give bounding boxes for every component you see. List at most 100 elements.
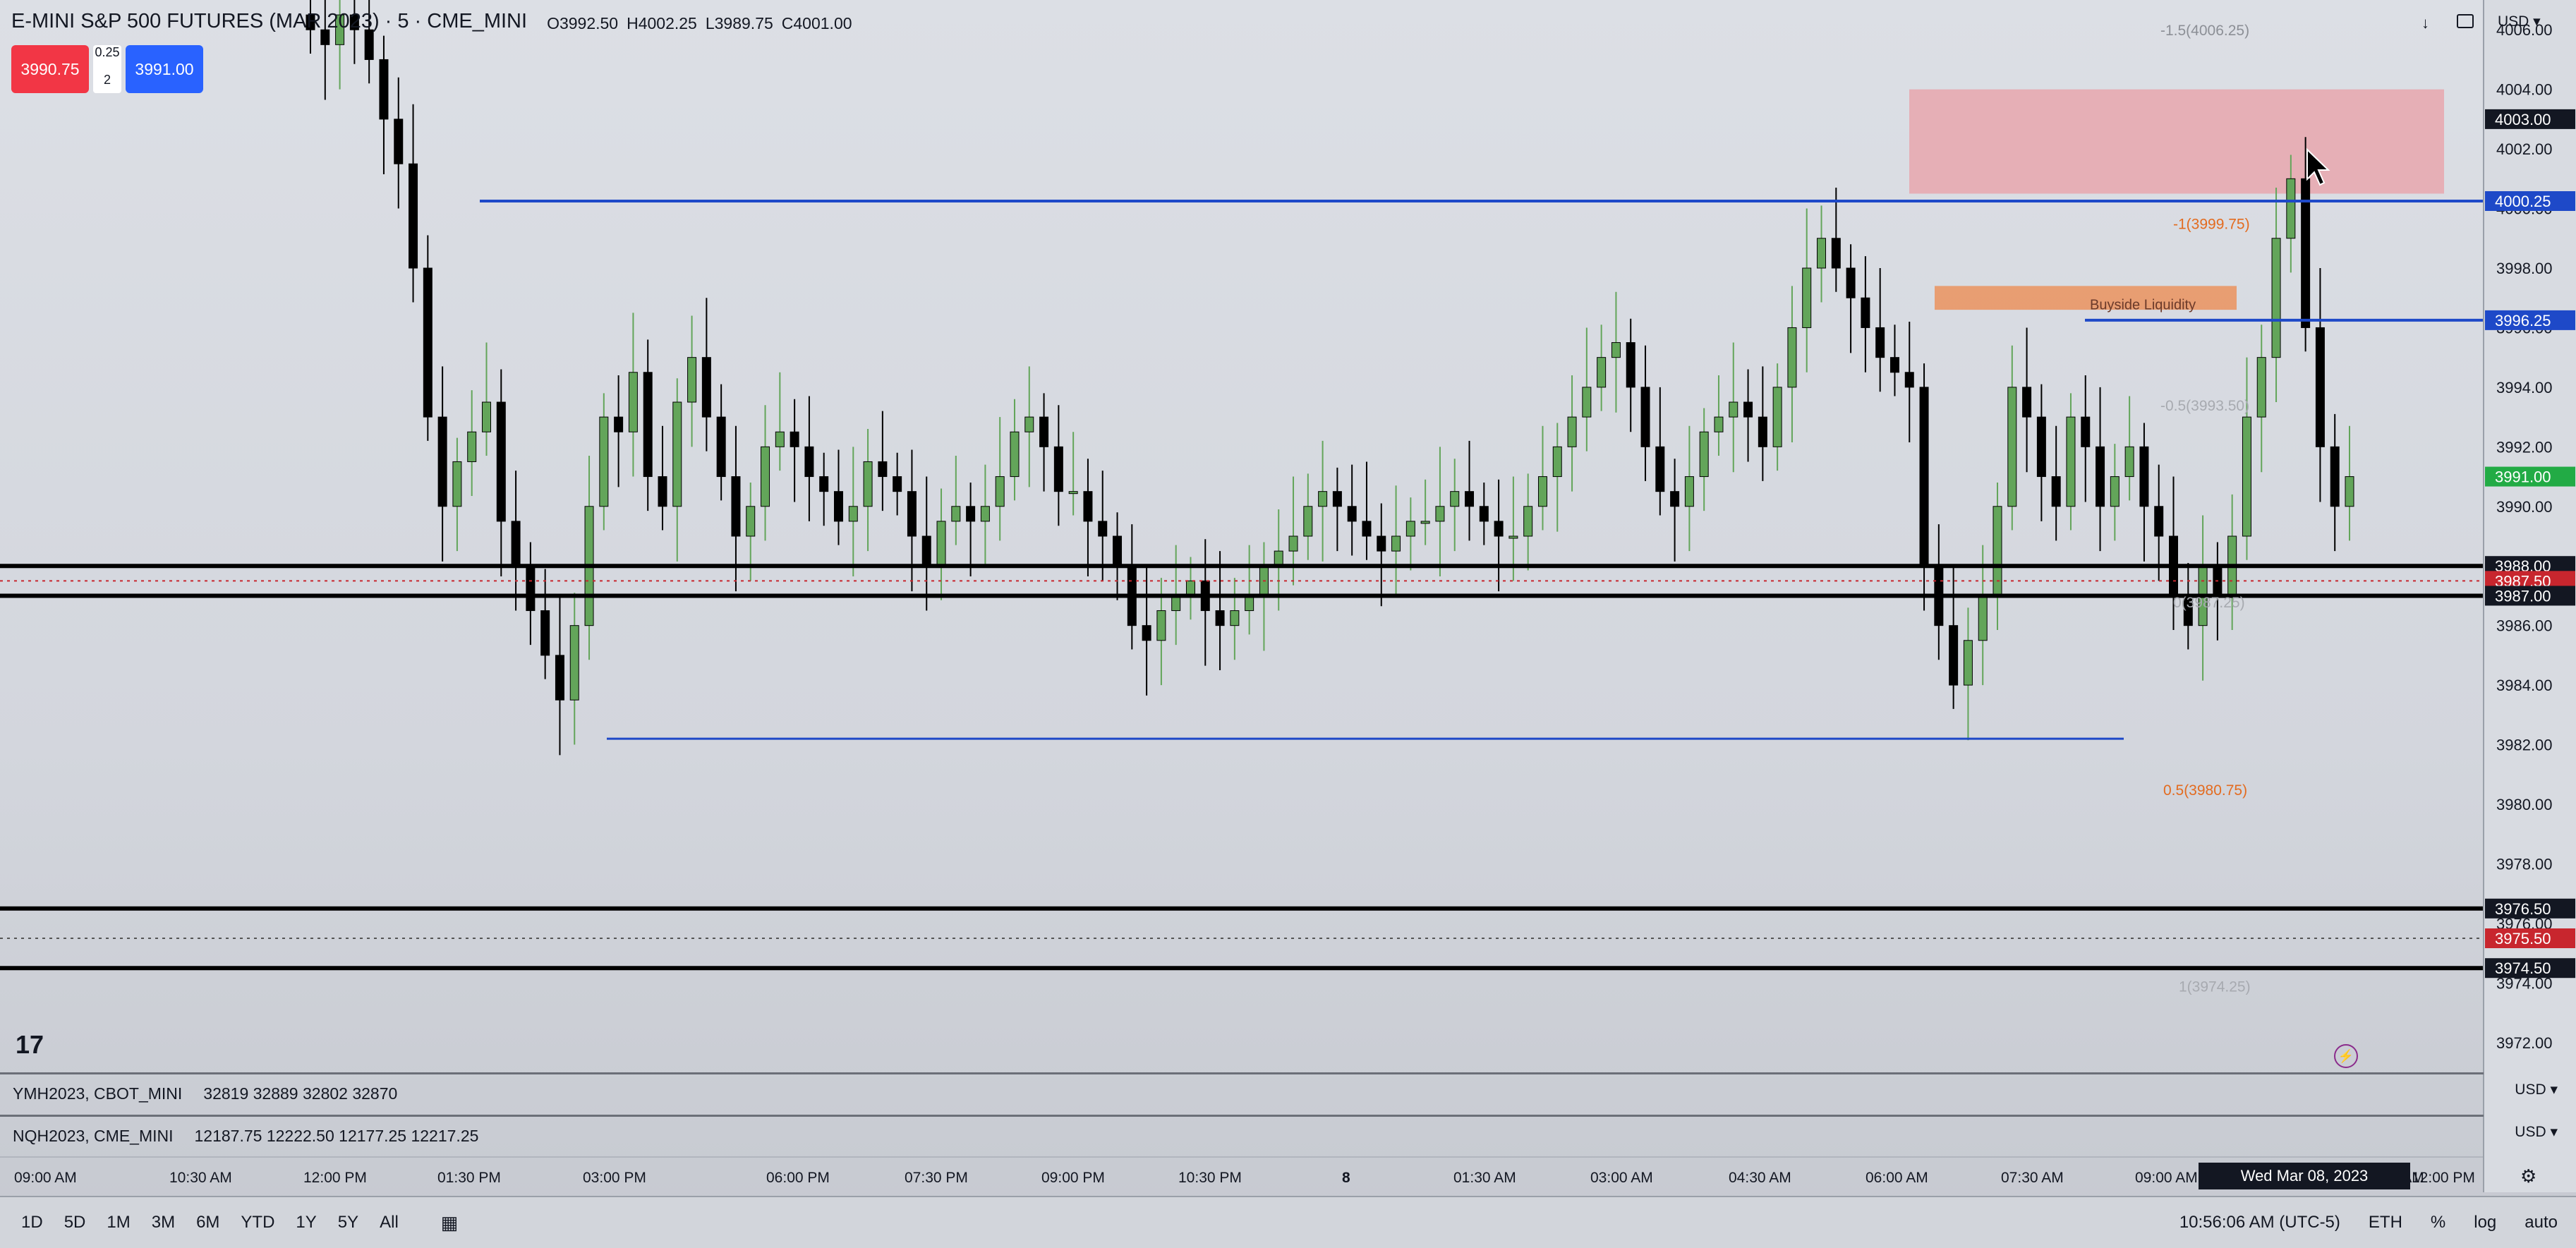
quantity-value[interactable]: 2 bbox=[104, 73, 111, 87]
candle-body bbox=[2271, 238, 2281, 358]
candle-body bbox=[628, 372, 638, 432]
candle-body bbox=[2036, 416, 2046, 478]
fib-0-5-label: 0.5(3980.75) bbox=[2163, 782, 2247, 799]
timeframe-6m-button[interactable]: 6M bbox=[196, 1213, 219, 1232]
candle-body bbox=[921, 535, 931, 567]
timeframe-1m-button[interactable]: 1M bbox=[107, 1213, 130, 1232]
fullscreen-icon[interactable] bbox=[2457, 14, 2474, 28]
candle-body bbox=[2315, 327, 2325, 447]
candle-body bbox=[1113, 535, 1123, 567]
candle-body bbox=[1010, 431, 1020, 478]
timeframe-ytd-button[interactable]: YTD bbox=[241, 1213, 274, 1232]
timeframe-5y-button[interactable]: 5Y bbox=[338, 1213, 358, 1232]
lightning-icon[interactable]: ⚡ bbox=[2334, 1044, 2358, 1068]
candle-body bbox=[907, 491, 917, 537]
premium-zone[interactable] bbox=[1909, 89, 2444, 194]
time-tick-label: 01:30 PM bbox=[437, 1170, 501, 1186]
candle-body bbox=[1655, 446, 1665, 492]
price-tick-label: 3998.00 bbox=[2496, 260, 2553, 277]
fib-minus-1-5-label: -1.5(4006.25) bbox=[2160, 23, 2249, 39]
time-tick-label: 10:30 PM bbox=[1178, 1170, 1242, 1186]
candle-body bbox=[878, 461, 888, 478]
price-axis-badge-text: 3975.50 bbox=[2495, 930, 2551, 947]
candle-body bbox=[2286, 178, 2296, 239]
candle-body bbox=[1963, 640, 1973, 686]
price-axis-badge-text: 3976.50 bbox=[2495, 900, 2551, 918]
candle-body bbox=[1245, 595, 1254, 612]
candle-body bbox=[1684, 476, 1694, 507]
sell-button[interactable]: 3990.75 bbox=[11, 45, 89, 93]
percent-toggle[interactable]: % bbox=[2431, 1213, 2445, 1232]
clock-label[interactable]: 10:56:06 AM (UTC-5) bbox=[2179, 1213, 2340, 1232]
buy-button[interactable]: 3991.00 bbox=[126, 45, 203, 93]
candle-body bbox=[1537, 476, 1547, 507]
currency-selector[interactable]: USD ▾ bbox=[2498, 13, 2541, 30]
candle-body bbox=[1230, 610, 1240, 626]
time-tick-label: 12:00 PM bbox=[303, 1170, 367, 1186]
time-tick-label: 03:00 AM bbox=[1590, 1170, 1653, 1186]
time-axis-ticks: 09:00 AM 10:30 AM 12:00 PM 01:30 PM 03:00 PM… bbox=[14, 1170, 2475, 1186]
candle-body bbox=[2096, 446, 2105, 507]
candle-body bbox=[731, 476, 741, 537]
time-tick-label: 09:00 AM bbox=[14, 1170, 77, 1186]
session-toggle[interactable]: ETH bbox=[2369, 1213, 2402, 1232]
subpane-currency[interactable]: USD ▾ bbox=[2515, 1123, 2558, 1141]
candle-body bbox=[1288, 535, 1298, 552]
candle-body bbox=[1817, 238, 1827, 269]
time-tick-label: 8 bbox=[1342, 1170, 1350, 1186]
subpane-currency[interactable]: USD ▾ bbox=[2515, 1081, 2558, 1098]
candle-body bbox=[511, 521, 521, 567]
log-toggle[interactable]: log bbox=[2474, 1213, 2496, 1232]
candle-body bbox=[995, 476, 1005, 507]
timeframe-3m-button[interactable]: 3M bbox=[152, 1213, 175, 1232]
candle-body bbox=[716, 416, 726, 478]
timeframe-buttons: 1D 5D 1M 3M 6M YTD 1Y 5Y All bbox=[21, 1213, 399, 1232]
timeframe-all-button[interactable]: All bbox=[380, 1213, 399, 1232]
time-tick-label: 03:00 PM bbox=[583, 1170, 646, 1186]
spread-quantity[interactable]: 0.25 2 bbox=[93, 45, 121, 93]
candle-body bbox=[687, 357, 697, 403]
timeframe-5d-button[interactable]: 5D bbox=[64, 1213, 86, 1232]
candle-body bbox=[1626, 342, 1635, 388]
candle-body bbox=[1083, 491, 1093, 522]
candle-body bbox=[672, 401, 682, 507]
candle-body bbox=[1332, 491, 1342, 507]
candle-body bbox=[2154, 506, 2164, 537]
candle-body bbox=[1039, 416, 1049, 447]
candle-body bbox=[2345, 476, 2354, 507]
candle-body bbox=[1949, 625, 1959, 686]
candle-body bbox=[452, 461, 462, 507]
candle-body bbox=[1758, 416, 1767, 447]
candle-body bbox=[555, 655, 564, 701]
candle-body bbox=[409, 163, 418, 269]
candle-body bbox=[1185, 580, 1195, 596]
subpane-ym[interactable]: YMH2023, CBOT_MINI 32819 32889 32802 328… bbox=[0, 1072, 2484, 1113]
subpane-values: 32819 32889 32802 32870 bbox=[203, 1084, 398, 1103]
candle-body bbox=[1640, 387, 1650, 447]
candle-body bbox=[2256, 357, 2266, 418]
candle-body bbox=[1699, 431, 1709, 478]
candle-body bbox=[701, 357, 711, 418]
price-chart[interactable]: -1.5(4006.25) -1(3999.75) -0.5(3993.50) 0(3… bbox=[0, 0, 2576, 1248]
candle-body bbox=[936, 521, 946, 567]
candle-body bbox=[614, 416, 624, 432]
calendar-icon[interactable]: ▦ bbox=[441, 1212, 459, 1234]
candle-body bbox=[1582, 387, 1592, 418]
symbol-title[interactable]: E-MINI S&P 500 FUTURES (MAR 2023) · 5 · … bbox=[11, 10, 527, 33]
candle-body bbox=[364, 29, 374, 60]
price-tick-label: 3990.00 bbox=[2496, 498, 2553, 516]
price-axis-badge-text: 3974.50 bbox=[2495, 959, 2551, 977]
spread-value: 0.25 bbox=[95, 45, 120, 59]
subpane-nq[interactable]: NQH2023, CME_MINI 12187.75 12222.50 1217… bbox=[0, 1115, 2484, 1156]
candle-body bbox=[1156, 610, 1166, 641]
candle-body bbox=[1875, 327, 1885, 358]
price-tick-label: 3994.00 bbox=[2496, 379, 2553, 396]
candle-body bbox=[1743, 401, 1753, 418]
auto-toggle[interactable]: auto bbox=[2524, 1213, 2558, 1232]
arrow-down-icon[interactable]: ↓ bbox=[2421, 14, 2429, 32]
timeframe-1d-button[interactable]: 1D bbox=[21, 1213, 43, 1232]
timeframe-1y-button[interactable]: 1Y bbox=[296, 1213, 316, 1232]
candle-body bbox=[1494, 521, 1504, 537]
candle-body bbox=[804, 446, 814, 478]
gear-icon[interactable]: ⚙ bbox=[2520, 1165, 2536, 1187]
